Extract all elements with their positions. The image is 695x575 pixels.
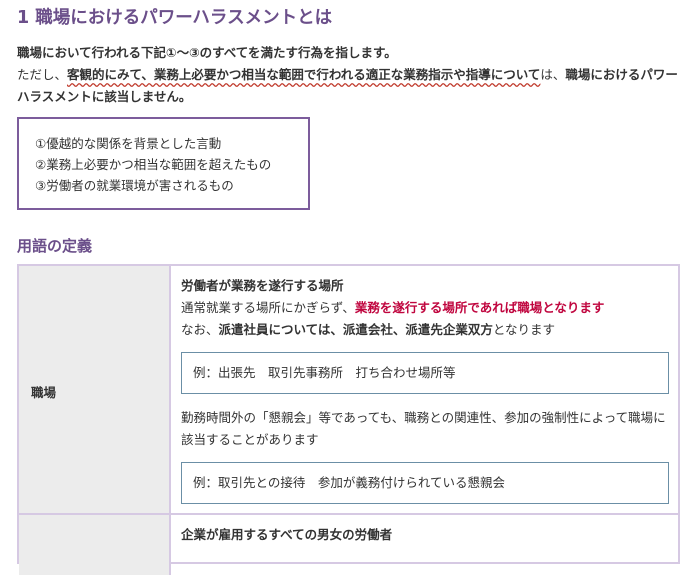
criteria-item-3: ③労働者の就業環境が害されるもの	[35, 178, 234, 193]
definition-line-2-pre: 通常就業する場所にかぎらず、	[181, 300, 355, 315]
definition-heading: 労働者が業務を遂行する場所	[181, 278, 344, 293]
criteria-item-2: ②業務上必要かつ相当な範囲を超えたもの	[35, 157, 272, 172]
intro-line-1: 職場において行われる下記①～③のすべてを満たす行為を指します。	[17, 45, 397, 60]
definition-cell: 労働者が業務を遂行する場所 通常就業する場所にかぎらず、業務を遂行する場所であれ…	[171, 266, 678, 513]
definitions-table: 職場 労働者が業務を遂行する場所 通常就業する場所にかぎらず、業務を遂行する場所…	[17, 264, 680, 575]
term-cell: 職場	[19, 266, 171, 513]
definition-line-3-post: となります	[492, 322, 556, 337]
definition-note: 勤務時間外の「懇親会」等であっても、職務との関連性、参加の強制性によって職場に該…	[181, 410, 666, 447]
criteria-box: ①優越的な関係を背景とした言動 ②業務上必要かつ相当な範囲を超えたもの ③労働者…	[17, 117, 310, 210]
definition-line-3-pre: なお、	[181, 322, 219, 337]
definition-line-2: 通常就業する場所にかぎらず、業務を遂行する場所であれば職場となります	[181, 298, 604, 318]
definitions-title: 用語の定義	[17, 237, 93, 255]
intro-line-2: ただし、客観的にみて、業務上必要かつ相当な範囲で行われる適正な業務指示や指導につ…	[17, 64, 682, 108]
example-box-2: 例：取引先との接待 参加が義務付けられている懇親会	[181, 462, 669, 504]
section-title: 1 職場におけるパワーハラスメントとは	[17, 8, 333, 28]
definition-dispatch-note: 派遣社員については、派遣会社、派遣先企業双方	[218, 322, 493, 337]
intro-wavy-text: 客観的にみて、業務上必要かつ相当な範囲で行われる適正な業務指示や指導について	[67, 67, 541, 82]
definition-row-workplace: 職場 労働者が業務を遂行する場所 通常就業する場所にかぎらず、業務を遂行する場所…	[19, 266, 678, 515]
definition-cell-2: 企業が雇用するすべての男女の労働者	[171, 515, 678, 575]
definition-row-worker: 企業が雇用するすべての男女の労働者	[19, 515, 678, 575]
criteria-item-1: ①優越的な関係を背景とした言動	[35, 136, 222, 151]
term-cell-2	[19, 515, 171, 575]
intro-line-2-pre: ただし、	[17, 67, 68, 82]
term-label: 職場	[31, 385, 57, 400]
example-box-1: 例：出張先 取引先事務所 打ち合わせ場所等	[181, 352, 669, 394]
definition-line-3: なお、派遣社員については、派遣会社、派遣先企業双方となります	[181, 320, 555, 340]
definition-heading-2: 企業が雇用するすべての男女の労働者	[181, 527, 393, 542]
intro-line-2-mid: は、	[540, 67, 566, 82]
intro-paragraph: 職場において行われる下記①～③のすべてを満たす行為を指します。 ただし、客観的に…	[17, 42, 682, 108]
definition-highlight: 業務を遂行する場所であれば職場となります	[354, 300, 605, 315]
